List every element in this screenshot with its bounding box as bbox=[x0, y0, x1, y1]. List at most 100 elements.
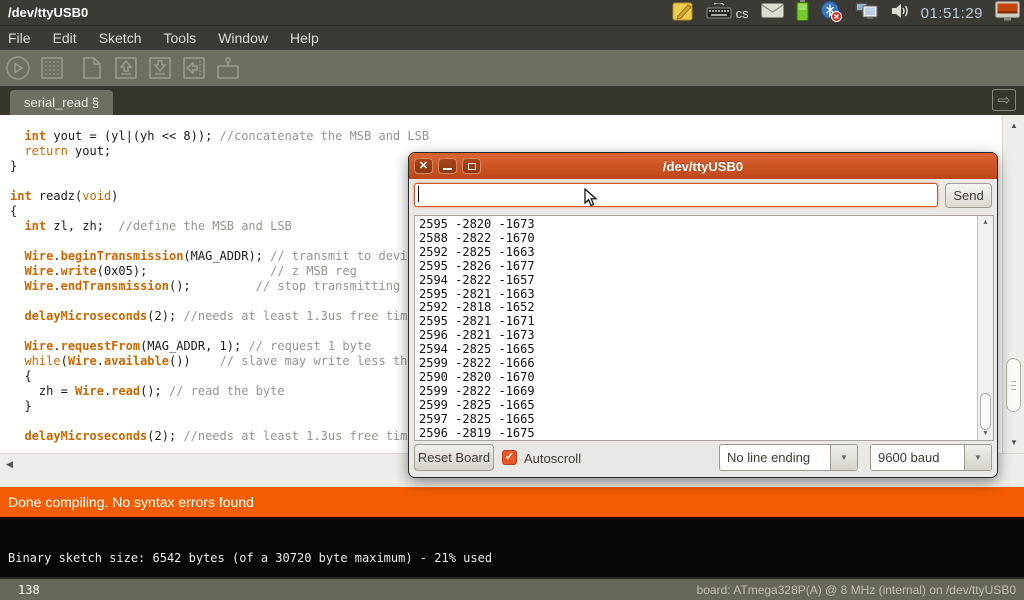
new-file-icon bbox=[80, 56, 104, 80]
menu-item-tools[interactable]: Tools bbox=[164, 30, 197, 46]
send-button[interactable]: Send bbox=[945, 183, 992, 208]
compile-status-message: Done compiling. No syntax errors found bbox=[8, 494, 254, 510]
session-icon[interactable] bbox=[995, 1, 1020, 26]
clock[interactable]: 01:51:29 bbox=[921, 5, 983, 22]
serial-line: 2599 -2822 -1669 bbox=[419, 385, 535, 399]
editor-vertical-scrollbar[interactable]: ▲ ▼ bbox=[1002, 115, 1024, 453]
scroll-down-icon[interactable]: ▼ bbox=[978, 430, 993, 437]
stop-button[interactable] bbox=[38, 54, 66, 82]
code-line: } bbox=[10, 399, 429, 414]
window-title: /dev/ttyUSB0 bbox=[0, 5, 88, 20]
code-line: int readz(void) bbox=[10, 189, 429, 204]
open-icon bbox=[114, 56, 138, 80]
maximize-button[interactable] bbox=[462, 158, 481, 174]
build-console: Binary sketch size: 6542 bytes (of a 307… bbox=[0, 517, 1024, 577]
chevron-down-icon[interactable]: ▼ bbox=[964, 445, 991, 470]
reset-board-button[interactable]: Reset Board bbox=[414, 444, 494, 471]
serial-line: 2599 -2825 -1665 bbox=[419, 399, 535, 413]
scroll-up-icon[interactable]: ▲ bbox=[1003, 121, 1024, 130]
serial-line: 2594 -2822 -1657 bbox=[419, 274, 535, 288]
save-sketch-button[interactable] bbox=[146, 54, 174, 82]
chevron-down-icon[interactable]: ▼ bbox=[830, 445, 857, 470]
code-line: Wire.beginTransmission(MAG_ADDR); // tra… bbox=[10, 249, 429, 264]
menu-bar: File Edit Sketch Tools Window Help bbox=[0, 26, 1024, 50]
menu-item-help[interactable]: Help bbox=[290, 30, 319, 46]
code-line bbox=[10, 294, 429, 309]
code-line: zh = Wire.read(); // read the byte bbox=[10, 384, 429, 399]
baud-rate-dropdown[interactable]: 9600 baud ▼ bbox=[870, 444, 992, 471]
code-line: Wire.endTransmission(); // stop transmit… bbox=[10, 279, 429, 294]
code-line: int zl, zh; //define the MSB and LSB bbox=[10, 219, 429, 234]
battery-icon[interactable] bbox=[796, 0, 809, 26]
tab-menu-arrow-icon: ⇨ bbox=[998, 91, 1011, 109]
serial-monitor-titlebar[interactable]: /dev/ttyUSB0 ✕ bbox=[409, 153, 997, 179]
code-line: } bbox=[10, 159, 429, 174]
close-icon: ✕ bbox=[419, 161, 428, 172]
line-number-indicator: 138 bbox=[0, 583, 40, 597]
serial-line: 2592 -2825 -1663 bbox=[419, 246, 535, 260]
serial-line: 2596 -2819 -1675 bbox=[419, 427, 535, 441]
serial-send-input[interactable] bbox=[414, 183, 938, 207]
menu-item-window[interactable]: Window bbox=[218, 30, 268, 46]
code-line: while(Wire.available()) // slave may wri… bbox=[10, 354, 429, 369]
open-sketch-button[interactable] bbox=[112, 54, 140, 82]
serial-line: 2597 -2825 -1665 bbox=[419, 413, 535, 427]
bluetooth-icon[interactable] bbox=[821, 0, 842, 27]
code-line: Wire.requestFrom(MAG_ADDR, 1); // reques… bbox=[10, 339, 429, 354]
scroll-up-icon[interactable]: ▲ bbox=[978, 219, 993, 226]
code-line: return yout; bbox=[10, 144, 429, 159]
serial-line: 2595 -2821 -1671 bbox=[419, 315, 535, 329]
scroll-down-icon[interactable]: ▼ bbox=[1003, 438, 1024, 447]
upload-icon bbox=[182, 56, 206, 80]
minimize-button[interactable] bbox=[438, 158, 457, 174]
close-button[interactable]: ✕ bbox=[414, 158, 433, 174]
mouse-cursor bbox=[584, 188, 598, 213]
baud-rate-value: 9600 baud bbox=[871, 445, 964, 470]
minimize-icon bbox=[443, 168, 452, 170]
check-icon: ✓ bbox=[505, 451, 514, 463]
tab-menu-button[interactable]: ⇨ bbox=[992, 89, 1016, 111]
keyboard-layout-label[interactable]: cs bbox=[736, 6, 749, 21]
serial-line: 2588 -2822 -1670 bbox=[419, 232, 535, 246]
mail-icon[interactable] bbox=[761, 3, 784, 23]
console-output: Binary sketch size: 6542 bytes (of a 307… bbox=[8, 551, 492, 565]
serial-line: 2595 -2826 -1677 bbox=[419, 260, 535, 274]
network-icon[interactable] bbox=[854, 1, 879, 26]
upload-button[interactable] bbox=[180, 54, 208, 82]
code-line bbox=[10, 174, 429, 189]
tab-label: serial_read § bbox=[24, 95, 99, 110]
scroll-left-icon[interactable]: ◀ bbox=[6, 459, 13, 470]
board-info: board: ATmega328P(A) @ 8 MHz (internal) … bbox=[697, 583, 1016, 597]
autoscroll-checkbox[interactable]: ✓ bbox=[502, 450, 517, 465]
system-tray: cs 01:51:29 bbox=[672, 0, 1020, 26]
serial-scrollbar-thumb[interactable] bbox=[980, 393, 991, 430]
autoscroll-label: Autoscroll bbox=[524, 451, 581, 466]
save-icon bbox=[148, 56, 172, 80]
menu-item-sketch[interactable]: Sketch bbox=[99, 30, 142, 46]
verify-button[interactable] bbox=[4, 54, 32, 82]
maximize-icon bbox=[468, 163, 476, 170]
serial-output-pane[interactable]: 2595 -2820 -16732588 -2822 -16702592 -28… bbox=[414, 215, 994, 441]
stop-icon bbox=[40, 56, 64, 80]
ide-toolbar bbox=[0, 50, 1024, 86]
tab-serial-read[interactable]: serial_read § bbox=[10, 90, 113, 115]
text-caret bbox=[418, 186, 419, 202]
code-line bbox=[10, 234, 429, 249]
keyboard-layout-icon[interactable] bbox=[706, 3, 732, 24]
line-ending-dropdown[interactable]: No line ending ▼ bbox=[719, 444, 858, 471]
serial-monitor-button[interactable] bbox=[214, 54, 242, 82]
code-line: { bbox=[10, 369, 429, 384]
menu-item-edit[interactable]: Edit bbox=[53, 30, 77, 46]
code-line bbox=[10, 324, 429, 339]
verify-icon bbox=[5, 55, 31, 81]
menu-item-file[interactable]: File bbox=[8, 30, 31, 46]
notes-icon[interactable] bbox=[672, 1, 694, 26]
editor-scrollbar-thumb[interactable] bbox=[1006, 358, 1021, 412]
volume-icon[interactable] bbox=[891, 2, 909, 25]
serial-output-scrollbar[interactable]: ▲ ▼ bbox=[977, 216, 993, 440]
footer-status-bar: 138 board: ATmega328P(A) @ 8 MHz (intern… bbox=[0, 577, 1024, 600]
code-line: delayMicroseconds(2); //needs at least 1… bbox=[10, 429, 429, 444]
serial-output: 2595 -2820 -16732588 -2822 -16702592 -28… bbox=[419, 218, 535, 441]
serial-line: 2590 -2820 -1670 bbox=[419, 371, 535, 385]
new-sketch-button[interactable] bbox=[78, 54, 106, 82]
